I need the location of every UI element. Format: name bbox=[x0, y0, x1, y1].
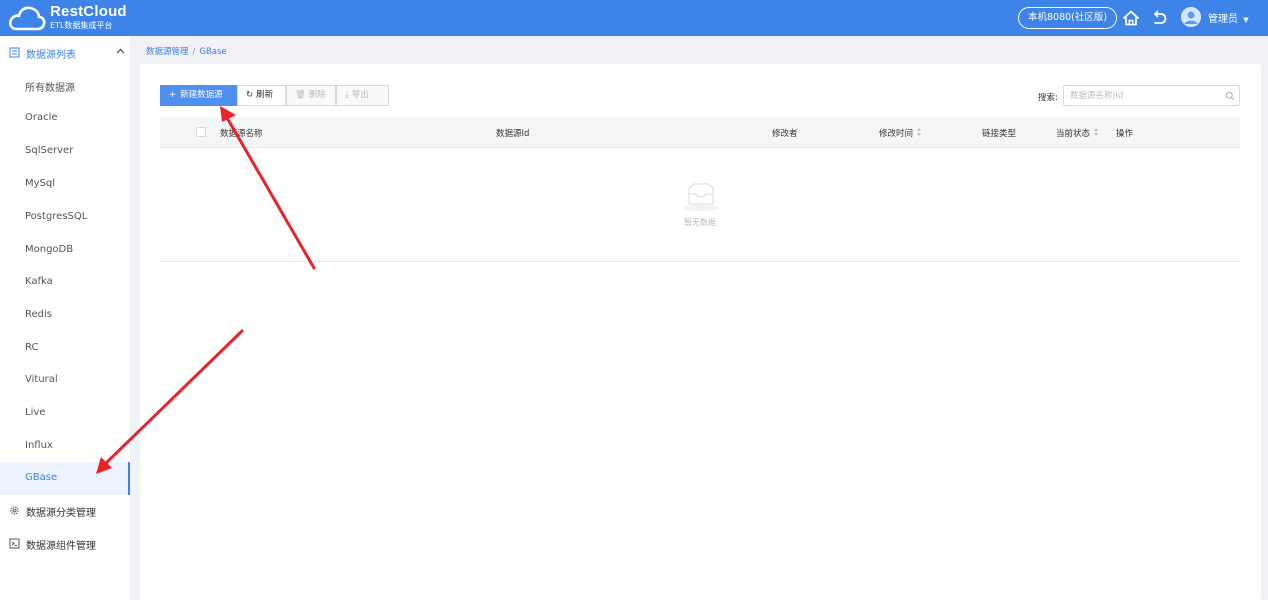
table-bottom-divider bbox=[160, 261, 1240, 262]
return-icon[interactable] bbox=[1150, 8, 1170, 28]
trash-icon: 🗑︎ bbox=[295, 90, 306, 100]
sidebar-item-rc[interactable]: RC bbox=[0, 332, 130, 365]
column-header-name: 数据源名称 bbox=[220, 129, 263, 139]
breadcrumb: 数据源管理 / GBase bbox=[146, 45, 227, 57]
button-label: 删除 bbox=[308, 90, 326, 100]
sidebar-item-influx[interactable]: Influx bbox=[0, 430, 130, 463]
sidebar-item-label: GBase bbox=[25, 472, 58, 483]
logo-subtitle: ETL数据集成平台 bbox=[50, 21, 113, 30]
sort-icon[interactable] bbox=[1094, 128, 1099, 137]
sidebar-item-label: PostgresSQL bbox=[25, 211, 88, 222]
column-header-modified-time[interactable]: 修改时间 bbox=[879, 127, 922, 139]
column-header-actions: 操作 bbox=[1116, 129, 1134, 139]
sidebar-item-gbase[interactable]: GBase bbox=[0, 462, 130, 495]
sidebar-item-all[interactable]: 所有数据源 bbox=[0, 69, 130, 102]
sort-icon[interactable] bbox=[917, 128, 922, 137]
sidebar-item-sqlserver[interactable]: SqlServer bbox=[0, 135, 130, 168]
cloud-logo-icon bbox=[8, 6, 46, 31]
sidebar-group-component[interactable]: 数据源组件管理 bbox=[0, 527, 130, 560]
column-header-status[interactable]: 当前状态 bbox=[1056, 127, 1099, 139]
plus-icon: + bbox=[169, 90, 177, 100]
empty-state-text: 暂无数据 bbox=[684, 218, 716, 227]
user-menu[interactable]: 管理员 ▼ bbox=[1208, 10, 1249, 25]
column-header-label: 当前状态 bbox=[1056, 129, 1091, 139]
list-icon bbox=[9, 47, 20, 58]
breadcrumb-root[interactable]: 数据源管理 bbox=[146, 47, 189, 57]
sidebar-item-label: SqlServer bbox=[25, 145, 74, 156]
column-header-link-type: 链接类型 bbox=[982, 129, 1017, 139]
user-avatar-icon bbox=[1181, 7, 1201, 27]
sidebar-item-mysql[interactable]: MySql bbox=[0, 168, 130, 201]
sidebar-item-postgressql[interactable]: PostgresSQL bbox=[0, 201, 130, 234]
sidebar-item-label: Redis bbox=[25, 309, 52, 320]
breadcrumb-current: GBase bbox=[199, 47, 227, 57]
terminal-icon bbox=[9, 538, 20, 549]
home-icon[interactable] bbox=[1121, 8, 1141, 28]
avatar[interactable] bbox=[1181, 7, 1201, 27]
delete-button[interactable]: 🗑︎ 删除 bbox=[286, 85, 336, 106]
column-header-modifier: 修改者 bbox=[772, 129, 798, 139]
sidebar-item-oracle[interactable]: Oracle bbox=[0, 102, 130, 135]
sidebar-item-redis[interactable]: Redis bbox=[0, 299, 130, 332]
sidebar-item-vitural[interactable]: Vitural bbox=[0, 364, 130, 397]
sidebar-item-live[interactable]: Live bbox=[0, 397, 130, 430]
select-all-checkbox[interactable] bbox=[196, 127, 206, 137]
server-badge[interactable]: 本机8080(社区版) bbox=[1018, 7, 1118, 29]
sidebar-item-label: Kafka bbox=[25, 276, 53, 287]
button-label: 刷新 bbox=[256, 90, 274, 100]
sidebar-item-mongodb[interactable]: MongoDB bbox=[0, 234, 130, 267]
sidebar-item-label: Live bbox=[25, 407, 46, 418]
breadcrumb-separator: / bbox=[192, 47, 196, 57]
sidebar-item-label: Influx bbox=[25, 440, 53, 451]
download-icon: ⤓ bbox=[345, 90, 349, 100]
search-input[interactable] bbox=[1070, 89, 1220, 102]
sidebar: 数据源列表 所有数据源 Oracle SqlServer MySql Postg… bbox=[0, 36, 130, 600]
sidebar-group-datasource-list[interactable]: 数据源列表 bbox=[0, 36, 130, 69]
logo-title: RestCloud bbox=[50, 3, 127, 20]
gear-icon bbox=[10, 506, 19, 515]
column-header-id: 数据源Id bbox=[496, 129, 530, 139]
sidebar-item-label: RC bbox=[25, 342, 39, 353]
button-label: 新建数据源 bbox=[180, 90, 223, 100]
button-label: 导出 bbox=[351, 90, 369, 100]
sidebar-item-label: 所有数据源 bbox=[25, 83, 75, 94]
caret-down-icon: ▼ bbox=[1243, 16, 1249, 24]
sidebar-group-label: 数据源列表 bbox=[26, 50, 76, 61]
export-button[interactable]: ⤓ 导出 bbox=[336, 85, 389, 106]
user-name: 管理员 bbox=[1208, 14, 1238, 25]
sidebar-item-label: MySql bbox=[25, 178, 56, 189]
table-header: 数据源名称 数据源Id 修改者 修改时间 链接类型 当前状态 操作 bbox=[160, 117, 1240, 148]
sidebar-item-kafka[interactable]: Kafka bbox=[0, 266, 130, 299]
chevron-up-icon[interactable] bbox=[116, 47, 125, 56]
empty-inbox-icon bbox=[683, 183, 719, 211]
logo[interactable]: RestCloud ETL数据集成平台 bbox=[8, 3, 128, 33]
new-datasource-button[interactable]: + 新建数据源 bbox=[160, 85, 237, 106]
sidebar-item-label: Oracle bbox=[25, 112, 58, 123]
refresh-icon: ↻ bbox=[246, 90, 254, 100]
refresh-button[interactable]: ↻ 刷新 bbox=[237, 85, 286, 106]
search-icon[interactable] bbox=[1225, 91, 1235, 101]
column-header-label: 修改时间 bbox=[879, 129, 914, 139]
sidebar-item-label: Vitural bbox=[25, 374, 58, 385]
search-box[interactable] bbox=[1063, 85, 1240, 106]
main-card: +新建数据源 ↻刷新 🗑︎删除 ⤓导出 搜索: 数据源名称 数据源Id 修改者 … bbox=[140, 64, 1261, 600]
sidebar-group-label: 数据源分类管理 bbox=[26, 508, 96, 519]
sidebar-group-category[interactable]: 数据源分类管理 bbox=[0, 494, 130, 527]
search-label: 搜索: bbox=[1038, 93, 1058, 103]
sidebar-group-label: 数据源组件管理 bbox=[26, 541, 96, 552]
top-header: RestCloud ETL数据集成平台 本机8080(社区版) 管理员 ▼ bbox=[0, 0, 1268, 36]
sidebar-item-label: MongoDB bbox=[25, 244, 74, 255]
